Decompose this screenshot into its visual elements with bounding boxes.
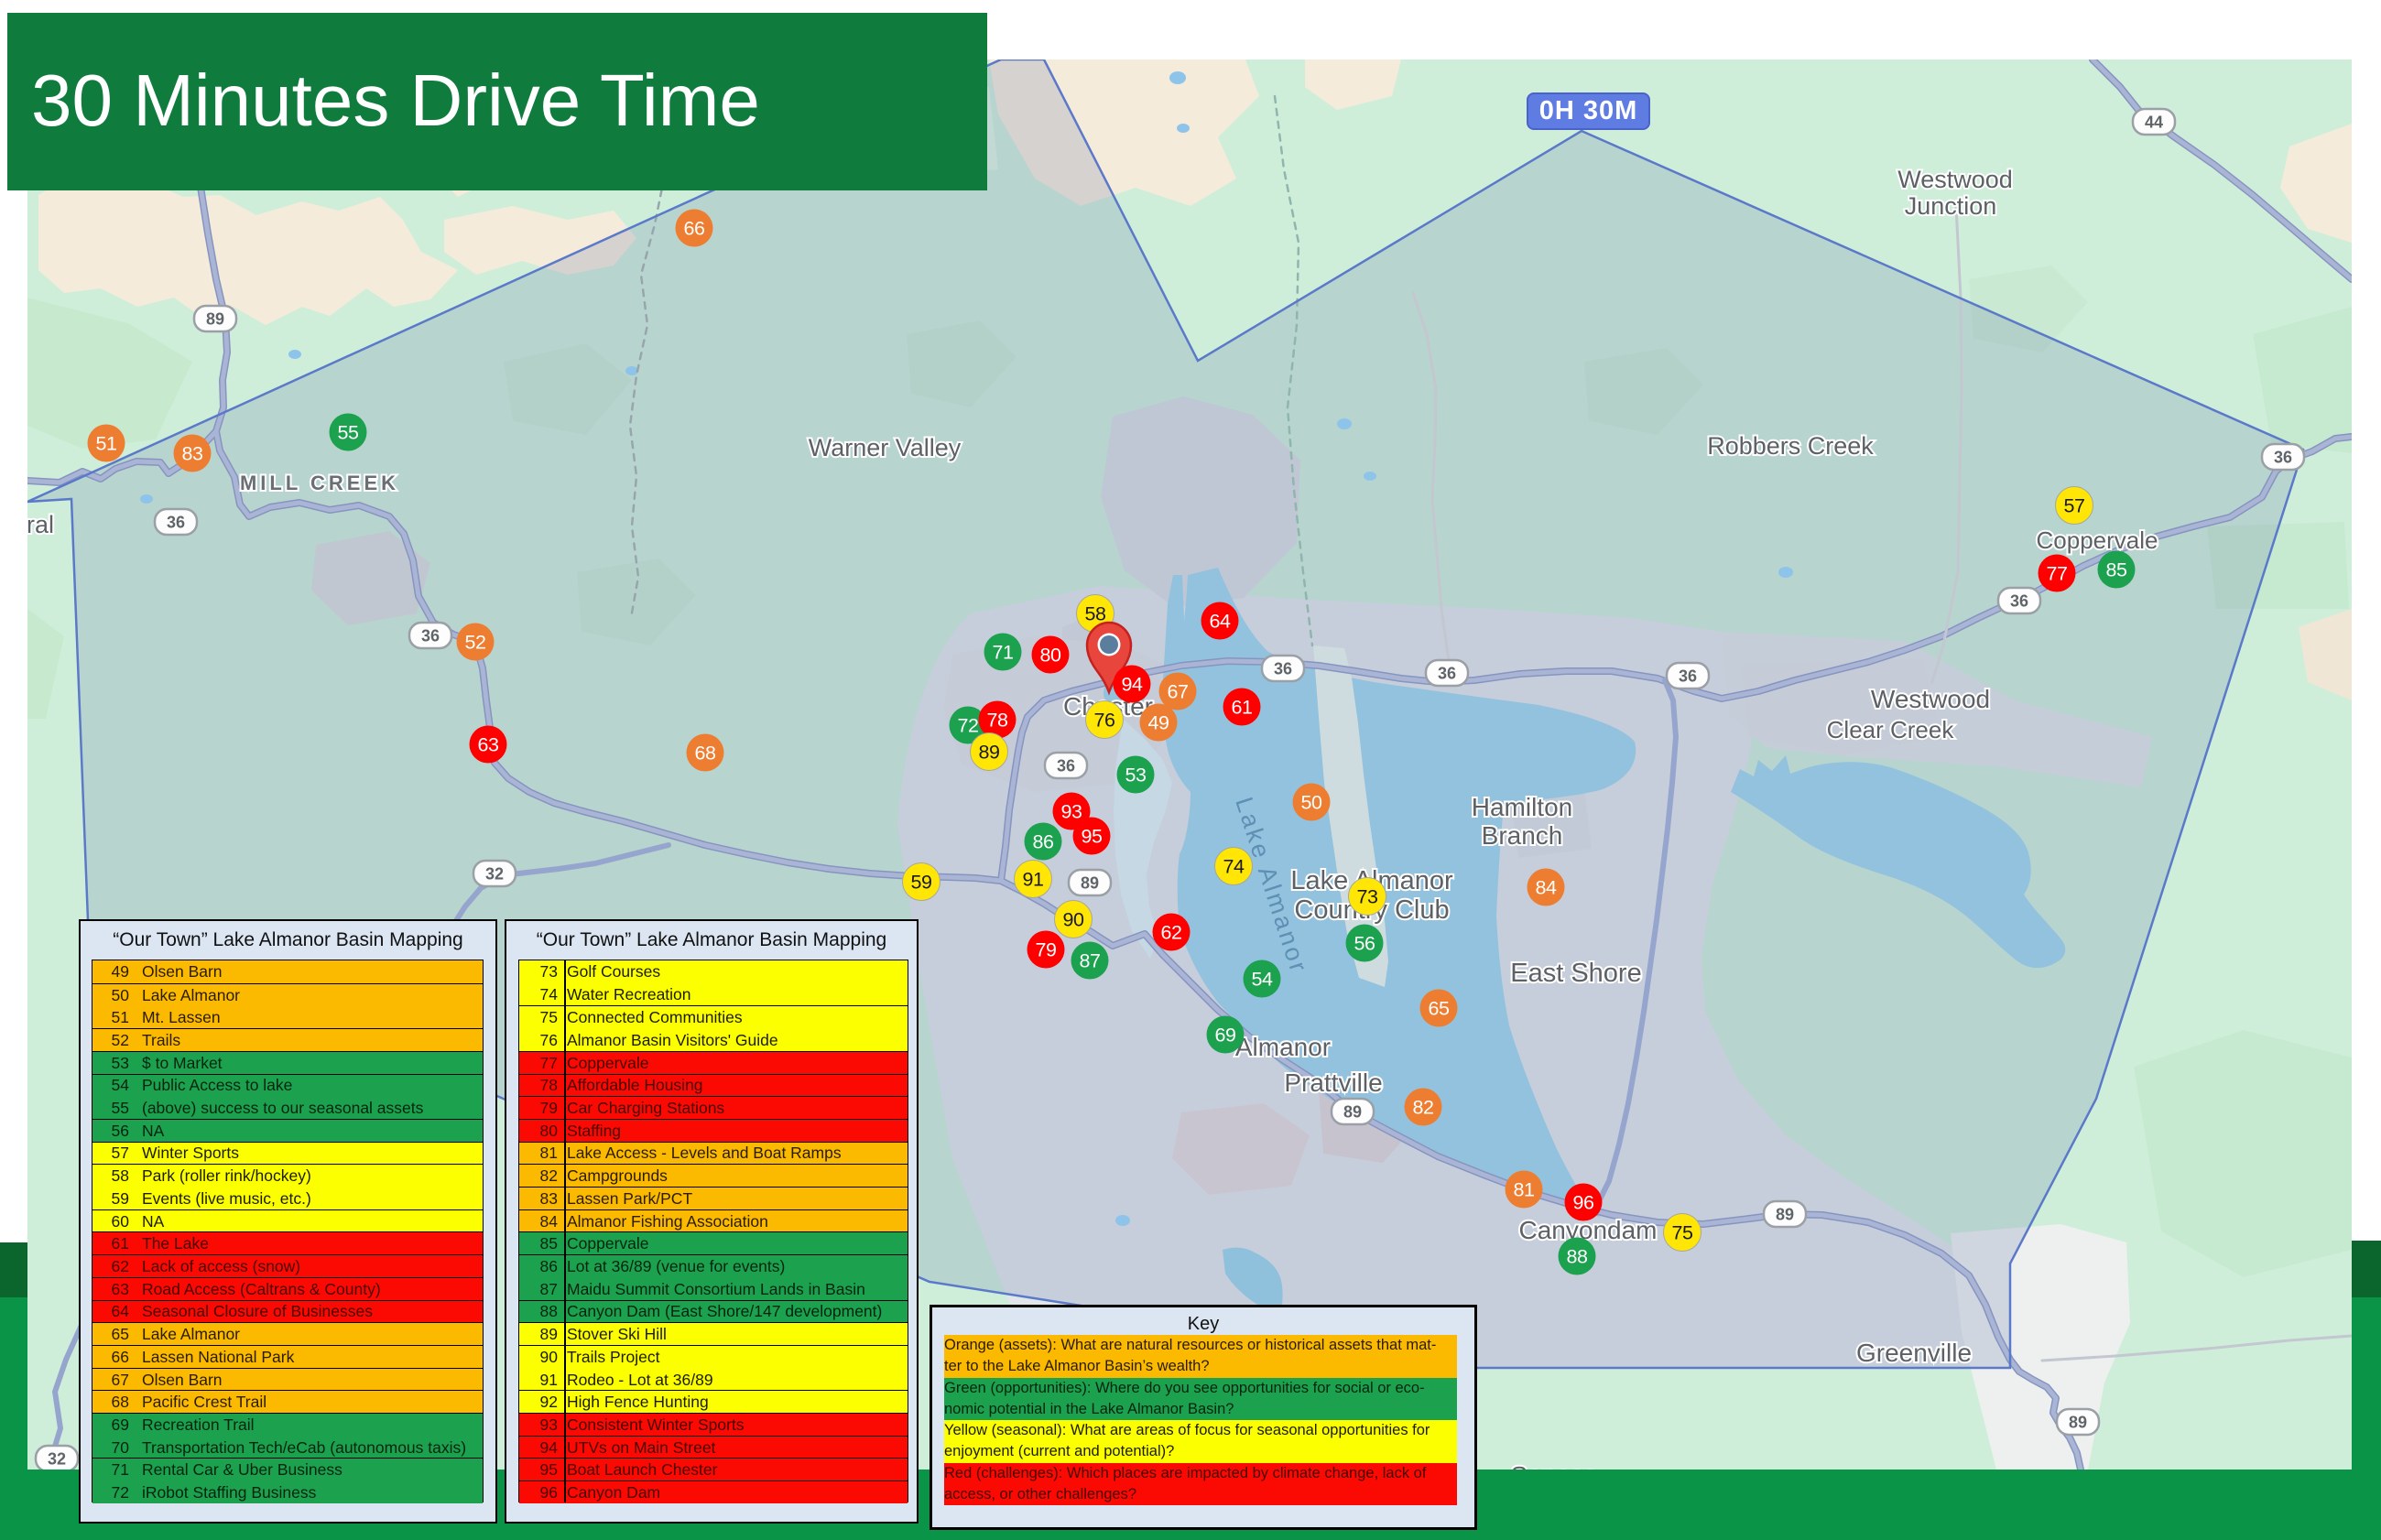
svg-text:94: 94 [1122, 674, 1143, 696]
svg-text:50: 50 [1301, 792, 1322, 814]
svg-text:95: 95 [1082, 826, 1103, 848]
svg-text:36: 36 [1274, 660, 1292, 678]
svg-text:36: 36 [2274, 449, 2292, 467]
svg-text:Branch: Branch [1482, 821, 1563, 850]
svg-text:Westwood: Westwood [1897, 166, 2013, 193]
svg-text:89: 89 [1776, 1206, 1794, 1224]
svg-text:36: 36 [1057, 757, 1075, 775]
svg-text:89: 89 [2069, 1414, 2087, 1432]
svg-text:56: 56 [1354, 933, 1375, 955]
svg-text:73: 73 [1357, 886, 1378, 908]
svg-text:63: 63 [478, 734, 499, 756]
svg-text:72: 72 [958, 715, 979, 737]
svg-text:75: 75 [1672, 1222, 1693, 1244]
svg-text:49: 49 [1148, 712, 1169, 734]
svg-text:89: 89 [206, 310, 224, 329]
svg-text:58: 58 [1085, 603, 1106, 625]
svg-text:53: 53 [1125, 765, 1147, 786]
svg-text:77: 77 [2047, 563, 2068, 585]
svg-text:87: 87 [1080, 950, 1101, 972]
svg-text:55: 55 [338, 422, 359, 444]
svg-text:66: 66 [684, 218, 705, 240]
svg-text:Prattville: Prattville [1284, 1068, 1382, 1097]
svg-text:62: 62 [1161, 922, 1182, 944]
svg-text:ral: ral [27, 511, 54, 538]
svg-text:Hamilton: Hamilton [1472, 793, 1572, 821]
svg-text:81: 81 [1514, 1179, 1535, 1201]
svg-text:61: 61 [1232, 697, 1253, 719]
svg-text:67: 67 [1168, 681, 1189, 703]
svg-text:Coppervale: Coppervale [2037, 526, 2158, 554]
svg-text:74: 74 [1223, 856, 1245, 878]
svg-text:68: 68 [695, 743, 716, 765]
svg-text:59: 59 [911, 872, 932, 894]
svg-text:88: 88 [1567, 1246, 1588, 1268]
svg-text:57: 57 [2064, 495, 2085, 517]
svg-text:90: 90 [1063, 909, 1084, 931]
svg-text:96: 96 [1573, 1192, 1594, 1214]
svg-text:65: 65 [1429, 998, 1450, 1020]
svg-text:54: 54 [1252, 969, 1273, 991]
svg-text:36: 36 [2010, 592, 2028, 611]
svg-text:East Shore: East Shore [1510, 959, 1641, 988]
svg-text:Almanor: Almanor [1235, 1033, 1331, 1061]
svg-text:86: 86 [1033, 831, 1054, 853]
svg-text:51: 51 [96, 433, 117, 455]
svg-text:36: 36 [1438, 665, 1456, 683]
svg-text:78: 78 [987, 710, 1008, 732]
svg-text:32: 32 [485, 865, 504, 884]
svg-text:83: 83 [182, 443, 203, 465]
svg-text:79: 79 [1036, 939, 1057, 961]
svg-text:36: 36 [421, 627, 440, 645]
svg-text:Westwood: Westwood [1871, 685, 1990, 713]
svg-text:64: 64 [1210, 611, 1231, 633]
svg-text:44: 44 [2145, 114, 2163, 132]
svg-text:Clear Creek: Clear Creek [1827, 716, 1955, 743]
svg-text:Warner Valley: Warner Valley [809, 434, 962, 461]
svg-text:Junction: Junction [1905, 192, 1997, 220]
svg-text:93: 93 [1061, 801, 1082, 823]
svg-text:89: 89 [979, 742, 1000, 764]
svg-text:80: 80 [1040, 645, 1061, 667]
svg-text:Greenville: Greenville [1856, 1339, 1972, 1367]
svg-text:89: 89 [1343, 1103, 1362, 1122]
svg-text:85: 85 [2106, 559, 2127, 581]
svg-text:71: 71 [993, 642, 1014, 664]
svg-text:76: 76 [1094, 710, 1115, 732]
svg-text:36: 36 [167, 514, 185, 532]
svg-text:82: 82 [1413, 1097, 1434, 1119]
svg-text:Seneca: Seneca [1511, 1461, 1598, 1470]
svg-text:52: 52 [465, 632, 486, 654]
svg-text:MILL CREEK: MILL CREEK [240, 472, 399, 494]
svg-text:69: 69 [1215, 1025, 1236, 1047]
svg-text:Robbers Creek: Robbers Creek [1707, 432, 1874, 460]
svg-text:84: 84 [1536, 877, 1557, 899]
svg-text:32: 32 [48, 1450, 66, 1469]
svg-text:89: 89 [1081, 874, 1099, 893]
svg-text:91: 91 [1023, 869, 1044, 891]
svg-text:36: 36 [1679, 667, 1697, 686]
